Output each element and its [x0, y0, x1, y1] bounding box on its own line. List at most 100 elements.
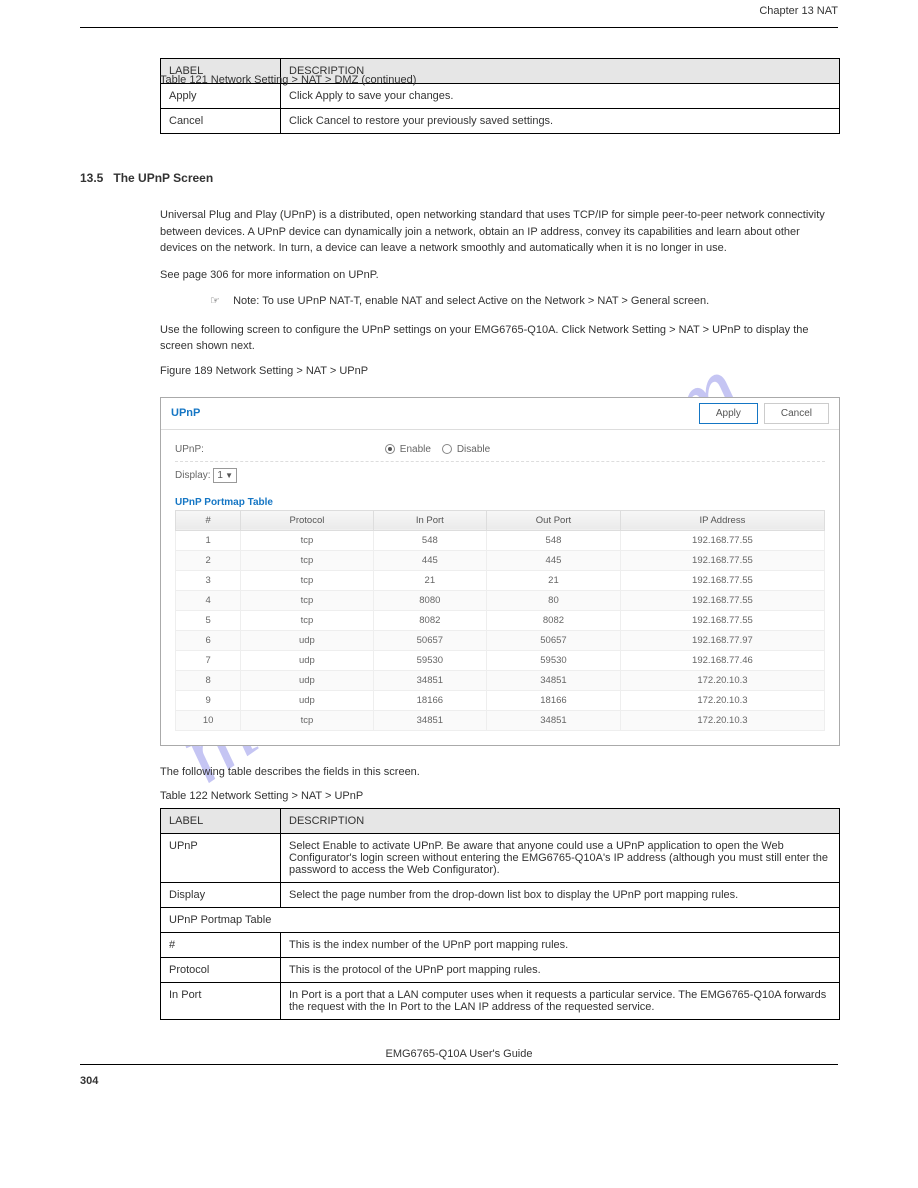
- table-row: 2tcp445445192.168.77.55: [176, 550, 825, 570]
- cell: 3: [176, 570, 241, 590]
- table-122-caption: Table 122 Network Setting > NAT > UPnP: [160, 790, 838, 802]
- upnp-screenshot: UPnP Apply Cancel UPnP: Enable Disable D…: [160, 397, 840, 746]
- radio-disable[interactable]: [442, 444, 452, 454]
- cell: 18166: [487, 690, 621, 710]
- cell: 548: [373, 530, 486, 550]
- cell: 5: [176, 610, 241, 630]
- cell: 192.168.77.46: [620, 650, 824, 670]
- cell: tcp: [241, 590, 373, 610]
- cell: 34851: [487, 710, 621, 730]
- cell-label: Display: [161, 883, 281, 908]
- cell: 172.20.10.3: [620, 710, 824, 730]
- cell: 192.168.77.55: [620, 530, 824, 550]
- cell: 50657: [373, 630, 486, 650]
- cell-desc: Select the page number from the drop-dow…: [281, 883, 840, 908]
- cell-span: UPnP Portmap Table: [161, 908, 840, 933]
- cell: 18166: [373, 690, 486, 710]
- col-outport: Out Port: [487, 510, 621, 530]
- cell: 4: [176, 590, 241, 610]
- cell: 9: [176, 690, 241, 710]
- table-121: LABEL DESCRIPTION Apply Click Apply to s…: [160, 58, 840, 134]
- table-122: LABEL DESCRIPTION UPnP Select Enable to …: [160, 808, 840, 1020]
- cell: tcp: [241, 550, 373, 570]
- section-title: The UPnP Screen: [113, 171, 213, 185]
- see-also-text: See page 306 for more information on UPn…: [160, 267, 840, 284]
- col-protocol: Protocol: [241, 510, 373, 530]
- cell: tcp: [241, 610, 373, 630]
- table-row: UPnP Portmap Table: [161, 908, 840, 933]
- cell: 192.168.77.55: [620, 550, 824, 570]
- cell: 59530: [487, 650, 621, 670]
- note-box: ☞ Note: To use UPnP NAT-T, enable NAT an…: [210, 293, 840, 310]
- col-description: DESCRIPTION: [281, 809, 840, 834]
- cell: udp: [241, 670, 373, 690]
- cell-label: In Port: [161, 983, 281, 1020]
- apply-button[interactable]: Apply: [699, 403, 758, 424]
- footer-center: EMG6765-Q10A User's Guide: [80, 1048, 838, 1060]
- cell: 10: [176, 710, 241, 730]
- col-ip: IP Address: [620, 510, 824, 530]
- cell-label: Cancel: [161, 109, 281, 134]
- table-row: # This is the index number of the UPnP p…: [161, 933, 840, 958]
- cell-label: Apply: [161, 84, 281, 109]
- cell: 34851: [373, 710, 486, 730]
- cell: 8082: [373, 610, 486, 630]
- cell: tcp: [241, 530, 373, 550]
- table-row: Display Select the page number from the …: [161, 883, 840, 908]
- figure-caption: Figure 189 Network Setting > NAT > UPnP: [160, 365, 838, 377]
- panel-header: UPnP Apply Cancel: [161, 398, 839, 430]
- note-prefix: Note:: [233, 295, 259, 307]
- panel-title: UPnP: [171, 407, 693, 419]
- cell: 445: [373, 550, 486, 570]
- disable-label: Disable: [457, 444, 490, 455]
- cell-label: UPnP: [161, 834, 281, 883]
- table-row: 10tcp3485134851172.20.10.3: [176, 710, 825, 730]
- table-row: UPnP Select Enable to activate UPnP. Be …: [161, 834, 840, 883]
- cell-label: Protocol: [161, 958, 281, 983]
- cell: 34851: [373, 670, 486, 690]
- cell: 192.168.77.55: [620, 590, 824, 610]
- cell: 445: [487, 550, 621, 570]
- table-row: 9udp1816618166172.20.10.3: [176, 690, 825, 710]
- cell-desc: Click Apply to save your changes.: [281, 84, 840, 109]
- table-row: 8udp3485134851172.20.10.3: [176, 670, 825, 690]
- display-select[interactable]: 1: [213, 468, 237, 483]
- section-paragraph: Universal Plug and Play (UPnP) is a dist…: [160, 207, 840, 257]
- cell-desc: Click Cancel to restore your previously …: [281, 109, 840, 134]
- table-row: 1tcp548548192.168.77.55: [176, 530, 825, 550]
- pre-table-text: The following table describes the fields…: [160, 764, 840, 781]
- table-header-row: # Protocol In Port Out Port IP Address: [176, 510, 825, 530]
- hand-icon: ☞: [210, 293, 230, 310]
- cell: 172.20.10.3: [620, 690, 824, 710]
- bottom-rule: [80, 1064, 838, 1065]
- col-index: #: [176, 510, 241, 530]
- cell: 34851: [487, 670, 621, 690]
- table-row: 4tcp808080192.168.77.55: [176, 590, 825, 610]
- col-inport: In Port: [373, 510, 486, 530]
- display-label: Display:: [175, 470, 211, 481]
- use-text: Use the following screen to configure th…: [160, 322, 840, 355]
- table-row: 6udp5065750657192.168.77.97: [176, 630, 825, 650]
- radio-enable[interactable]: [385, 444, 395, 454]
- note-text: To use UPnP NAT-T, enable NAT and select…: [262, 295, 709, 307]
- section-heading: 13.5 The UPnP Screen: [80, 171, 840, 185]
- cell: 172.20.10.3: [620, 670, 824, 690]
- top-rule: [80, 27, 838, 28]
- cancel-button[interactable]: Cancel: [764, 403, 829, 424]
- table-row: Cancel Click Cancel to restore your prev…: [161, 109, 840, 134]
- cell: 7: [176, 650, 241, 670]
- table-row: In Port In Port is a port that a LAN com…: [161, 983, 840, 1020]
- display-row: Display: 1: [175, 462, 825, 489]
- cell: 192.168.77.55: [620, 610, 824, 630]
- table-row: 3tcp2121192.168.77.55: [176, 570, 825, 590]
- table-row: 5tcp80828082192.168.77.55: [176, 610, 825, 630]
- portmap-table-title: UPnP Portmap Table: [175, 497, 825, 508]
- cell-desc: Select Enable to activate UPnP. Be aware…: [281, 834, 840, 883]
- table-121-caption: Table 121 Network Setting > NAT > DMZ (c…: [160, 74, 838, 86]
- cell-desc: This is the protocol of the UPnP port ma…: [281, 958, 840, 983]
- cell: 8: [176, 670, 241, 690]
- cell: tcp: [241, 710, 373, 730]
- cell: 8080: [373, 590, 486, 610]
- cell-desc: This is the index number of the UPnP por…: [281, 933, 840, 958]
- cell: udp: [241, 690, 373, 710]
